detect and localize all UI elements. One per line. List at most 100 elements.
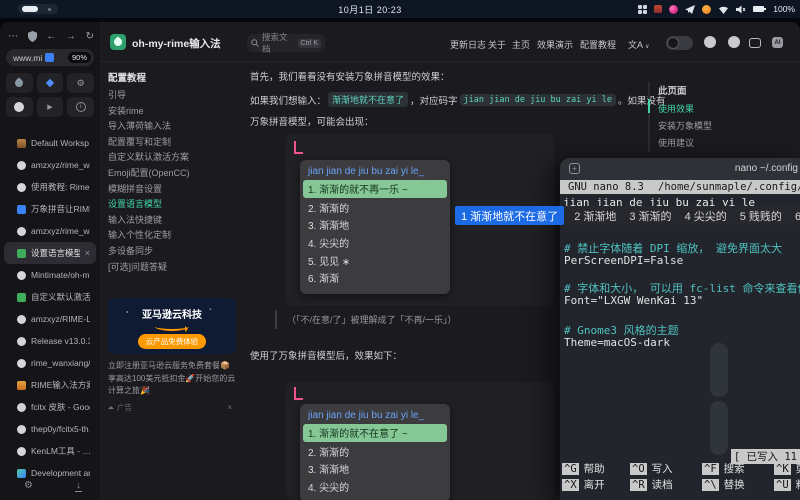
sidebar-item-import-mint[interactable]: 导入薄荷输入法 — [108, 119, 240, 135]
candidate-2: 2. 渐渐的 — [308, 199, 442, 217]
tab-wanxiang-pinyin[interactable]: 万象拼音让RIME… — [4, 198, 96, 220]
forward-icon[interactable]: → — [66, 31, 76, 42]
ai-badge-icon[interactable]: AI — [772, 37, 783, 48]
extension-button[interactable]: ⚙ — [67, 73, 94, 93]
shortcut-write: ^O写入 — [630, 461, 673, 476]
bilibili-icon[interactable] — [749, 38, 761, 48]
watermark-capsule — [710, 401, 728, 455]
tab-rime-repo-2[interactable]: amzxyz/rime_wa… — [4, 220, 96, 242]
sidebar-item-guide[interactable]: 引导 — [108, 88, 240, 104]
ime-candidate[interactable]: 3 渐渐的 — [629, 208, 671, 224]
tab-active-language-model[interactable]: 设置语言模型× — [4, 242, 96, 264]
tray-app-pink-icon[interactable] — [669, 5, 678, 14]
input-method-tray-icon[interactable] — [638, 5, 647, 14]
outline-item-usage-effect[interactable]: 使用效果 — [658, 102, 694, 115]
doc-sidebar: 配置教程 引导 安装rime 导入薄荷输入法 配置覆写和定制 自定义默认激活方案… — [108, 70, 240, 275]
outline-item-install-model[interactable]: 安装万象模型 — [658, 119, 712, 132]
tab-rime-scheme[interactable]: RIME输入法方案… — [4, 374, 96, 396]
battery-icon[interactable] — [753, 5, 766, 13]
tab-usage-tutorial[interactable]: 使用教程: Rime — [4, 176, 96, 198]
tab-rime-repo[interactable]: amzxyz/rime_wa… — [4, 154, 96, 176]
site-title[interactable]: oh-my-rime输入法 — [132, 36, 221, 51]
tray-app-red-icon[interactable] — [654, 5, 662, 13]
sidebar-item-language-model[interactable]: 设置语言模型 — [108, 197, 240, 213]
back-icon[interactable]: ← — [46, 31, 56, 42]
tab-fcitx-skin-search[interactable]: fcitx 皮肤 - Goog… — [4, 396, 96, 418]
volume-icon[interactable] — [736, 5, 746, 14]
sidebar-item-override[interactable]: 配置覆写和定制 — [108, 135, 240, 151]
tab-default-workspace[interactable]: Default Worksp… — [4, 132, 96, 154]
ime-candidate[interactable]: 2 渐渐地 — [574, 208, 616, 224]
system-topbar: 10月1日 20:23 100% — [0, 0, 800, 18]
sidebar-item-install-rime[interactable]: 安装rime — [108, 104, 240, 120]
figure-with-model: jian jian de jiu bu zai yi le_ 1. 渐渐的就不在… — [286, 382, 554, 500]
sidebar-item-personalization[interactable]: 输入个性化定制 — [108, 228, 240, 244]
ime-candidate-selected[interactable]: 1 渐渐地就不在意了 — [455, 206, 564, 225]
doc-page-icon — [17, 293, 26, 302]
downloads-icon[interactable]: ↓ — [75, 480, 82, 492]
zoom-level-badge[interactable]: 90% — [68, 52, 91, 63]
github-icon[interactable] — [704, 36, 716, 48]
ad-body-text[interactable]: 立即注册亚马逊云服务免费套餐📦享高达100美元抵扣金🚀开始您的云计算之旅🎉 — [108, 360, 236, 398]
ad-close-icon[interactable]: × — [227, 403, 232, 412]
inline-code-cjk: 渐渐地就不在意了 — [328, 92, 408, 107]
battery-percent: 100% — [773, 4, 795, 14]
close-tab-icon[interactable]: × — [85, 248, 90, 258]
sidebar-item-default-scheme[interactable]: 自定义默认激活方案 — [108, 150, 240, 166]
github-icon — [17, 447, 26, 456]
ad-card[interactable]: 亚马逊云科技 云产品免费体验 立即注册亚马逊云服务免费套餐📦享高达100美元抵扣… — [108, 298, 236, 413]
nav-home[interactable]: 主页 — [512, 38, 530, 51]
ad-image[interactable]: 亚马逊云科技 云产品免费体验 — [108, 298, 236, 354]
ime-candidate[interactable]: 6 简简单 — [795, 208, 800, 224]
tab-fcitx5-themes[interactable]: thep0y/fcitx5-th… — [4, 418, 96, 440]
qq-icon[interactable] — [728, 36, 740, 48]
clock[interactable]: 10月1日 20:23 — [0, 3, 740, 16]
tab-custom-default-scheme[interactable]: 自定义默认激活… — [4, 286, 96, 308]
extension-button[interactable] — [6, 97, 33, 117]
candidate-6: 6. 渐渐 — [308, 269, 442, 287]
preedit-text: jian jian de jiu bu zai yi le_ — [308, 410, 442, 421]
nav-config-tutorial[interactable]: 配置教程 — [580, 38, 616, 51]
language-switch[interactable]: 文A ∨ — [628, 38, 649, 51]
menu-icon[interactable]: ⋯ — [8, 31, 18, 42]
sidebar-item-hotkeys[interactable]: 输入法快捷键 — [108, 213, 240, 229]
shortcut-read: ^R读档 — [630, 477, 673, 492]
settings-gear-icon[interactable]: ⚙ — [24, 480, 33, 491]
telegram-icon[interactable] — [685, 5, 695, 14]
tab-mintimate-repo[interactable]: Mintimate/oh-m… — [4, 264, 96, 286]
dark-mode-toggle[interactable] — [666, 36, 693, 50]
extension-button[interactable]: i — [67, 97, 94, 117]
outline-track — [648, 82, 650, 152]
wifi-icon[interactable] — [718, 5, 729, 14]
terminal-titlebar[interactable]: + nano ~/.config — [560, 158, 800, 180]
sidebar-item-faq[interactable]: [可选]问题答疑 — [108, 260, 240, 276]
new-tab-icon[interactable]: + — [569, 163, 580, 174]
tray-app-orange-icon[interactable] — [702, 5, 711, 14]
sidebar-item-emoji[interactable]: Emoji配置(OpenCC) — [108, 166, 240, 182]
site-logo[interactable] — [110, 34, 126, 50]
sidebar-item-fuzzy-pinyin[interactable]: 模糊拼音设置 — [108, 182, 240, 198]
ime-candidate[interactable]: 5 贱贱的 — [740, 208, 782, 224]
shield-icon[interactable] — [28, 31, 37, 42]
candidate-4: 4. 尖尖的 — [308, 478, 442, 496]
extension-button[interactable] — [6, 73, 33, 93]
reload-icon[interactable]: ↻ — [86, 31, 94, 42]
nav-changelog[interactable]: 更新日志 — [450, 38, 486, 51]
extension-button[interactable] — [37, 73, 64, 93]
github-icon — [17, 271, 26, 280]
sidebar-item-sync[interactable]: 多设备同步 — [108, 244, 240, 260]
tab-rime-wanxiang[interactable]: rime_wanxiang/… — [4, 352, 96, 374]
nav-about[interactable]: 关于 — [488, 38, 506, 51]
tab-release[interactable]: Release v13.0.3… — [4, 330, 96, 352]
tab-rime-lm[interactable]: amzxyz/RIME-LM… — [4, 308, 96, 330]
ime-candidate[interactable]: 4 尖尖的 — [685, 208, 727, 224]
outline-item-suggestions[interactable]: 使用建议 — [658, 136, 694, 149]
github-icon — [17, 425, 26, 434]
extension-button[interactable]: ▶ — [37, 97, 64, 117]
search-input[interactable]: 搜索文档 Ctrl K — [247, 34, 325, 52]
nav-demo[interactable]: 效果演示 — [537, 38, 573, 51]
ad-cta-button[interactable]: 云产品免费体验 — [138, 334, 207, 349]
tab-kenlm-tool[interactable]: KenLM工具 - … — [4, 440, 96, 462]
url-bar[interactable]: www.mi 90% — [6, 49, 94, 66]
nano-file-path: /home/sunmaple/.config/fc — [658, 180, 800, 194]
